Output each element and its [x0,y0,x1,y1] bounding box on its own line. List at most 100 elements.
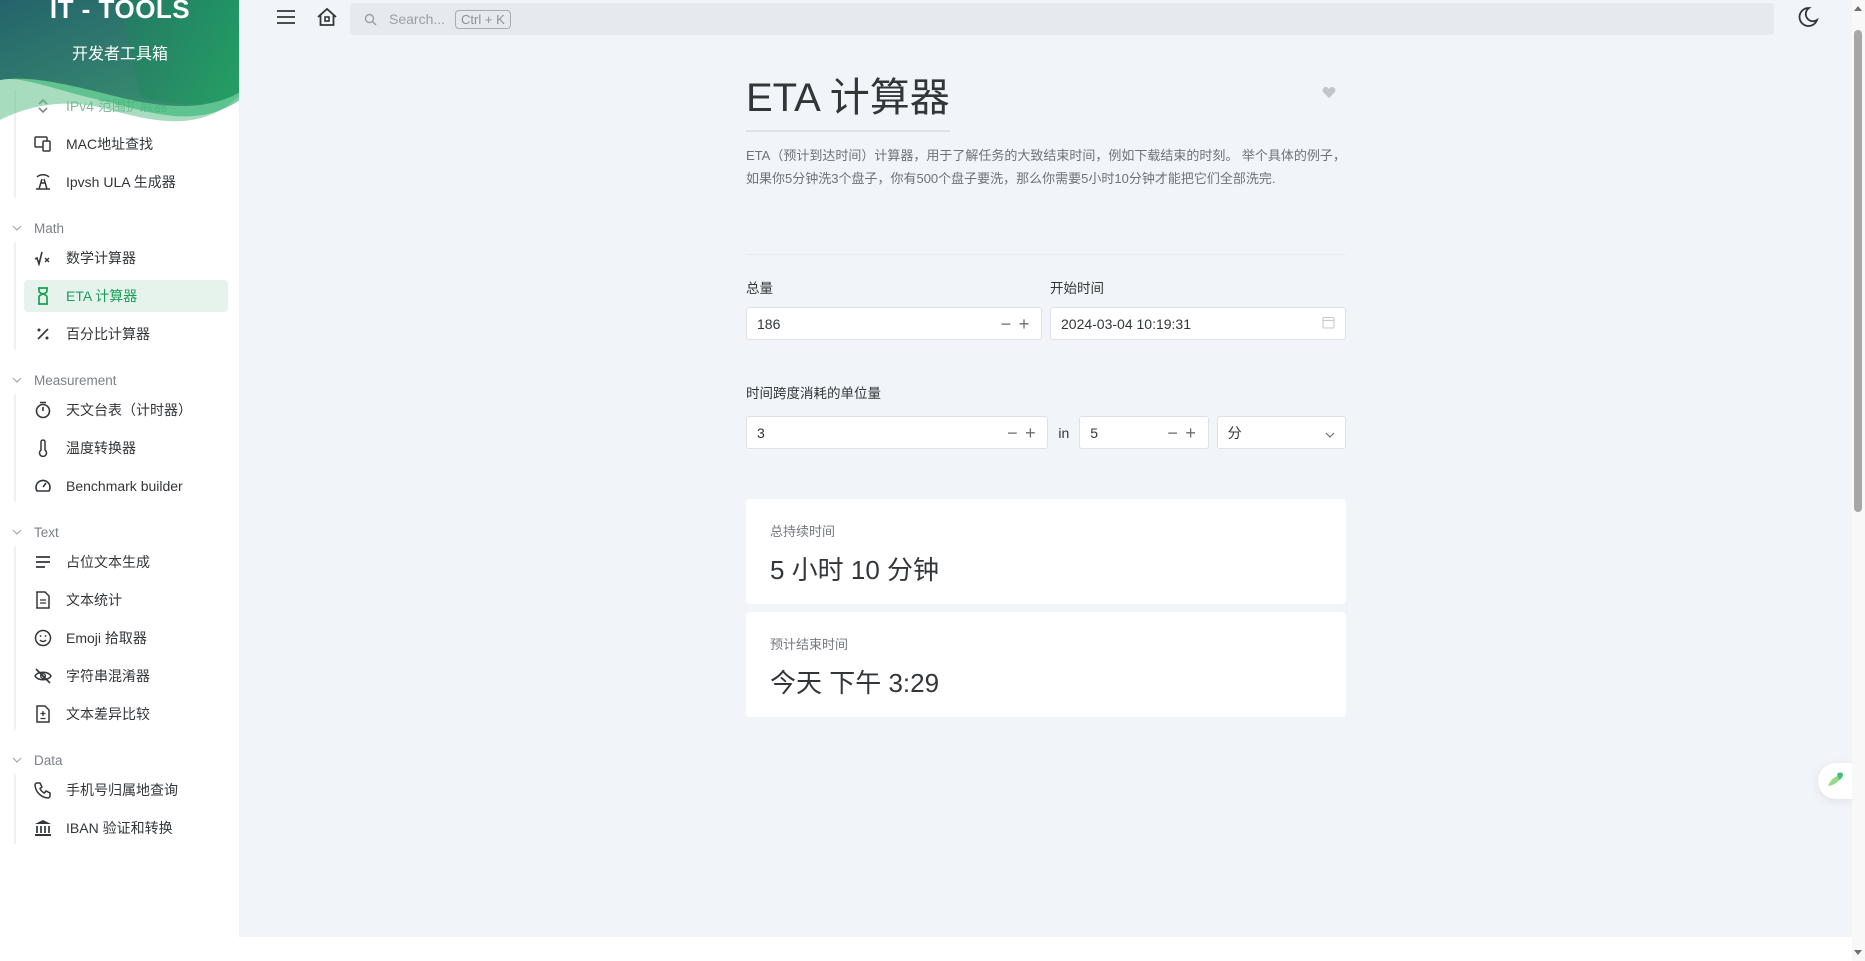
total-group: 总量 186 − + [746,277,1042,340]
bank-icon [34,819,52,837]
total-stepper: − + [999,315,1031,333]
scroll-down-arrow-icon[interactable] [1854,950,1862,955]
phone-icon [34,781,52,799]
topbar: Search... Ctrl + K [240,0,1852,38]
row-total-start: 总量 186 − + 开始时间 2024-03-04 10:19:31 [746,277,1346,340]
sidebar-item-label: 占位文本生成 [66,554,150,570]
building-broadcast-icon [34,173,52,191]
sidebar-item-label: MAC地址查找 [66,136,154,152]
group-measurement-header[interactable]: Measurement [0,366,239,394]
decrement-button[interactable]: − [999,315,1013,333]
align-justified-icon [34,553,52,571]
chevron-down-icon [10,753,24,767]
sidebar-item-label: Ipvsh ULA 生成器 [66,174,176,190]
file-text-icon [34,591,52,609]
group-math-label: Math [34,220,65,236]
bottom-strip [0,937,1852,961]
group-text-header[interactable]: Text [0,518,239,546]
square-root-icon [34,249,52,267]
group-data-label: Data [34,752,63,768]
divider [746,254,1346,255]
search-icon [364,13,377,26]
sidebar-item-temperature-converter[interactable]: 温度转换器 [24,432,228,464]
decrement-button[interactable]: − [1166,424,1180,442]
chevron-down-icon [1325,425,1335,441]
brand-title: IT - TOOLS [49,0,191,24]
sidebar-item-label: 文本统计 [66,592,122,608]
start-time-picker[interactable]: 2024-03-04 10:19:31 [1050,307,1346,340]
sidebar-item-text-diff[interactable]: 文本差异比较 [24,698,228,730]
duration-card: 总持续时间 5 小时 10 分钟 [746,499,1346,604]
sidebar-item-emoji-picker[interactable]: Emoji 拾取器 [24,622,228,654]
group-data-header[interactable]: Data [0,746,239,774]
sidebar-item-ipv6-ula-generator[interactable]: Ipvsh ULA 生成器 [24,166,228,198]
group-text-label: Text [34,524,59,540]
favorite-heart-icon[interactable] [1322,86,1336,100]
sidebar-item-text-statistics[interactable]: 文本统计 [24,584,228,616]
home-button[interactable] [312,4,342,34]
sidebar-item-mac-lookup[interactable]: MAC地址查找 [24,128,228,160]
calendar-icon[interactable] [1322,316,1335,332]
file-diff-icon [34,705,52,723]
mood-smile-icon [34,629,52,647]
increment-button[interactable]: + [1023,424,1037,442]
span-duration-input[interactable]: 5 − + [1079,416,1209,449]
sidebar-item-label: ETA 计算器 [66,288,138,304]
end-time-label: 预计结束时间 [770,637,849,652]
sidebar-item-label: 温度转换器 [66,440,136,456]
hourglass-icon [34,287,52,305]
group-measurement-label: Measurement [34,372,117,388]
scroll-up-arrow-icon[interactable] [1854,6,1862,11]
sidebar-item-string-obfuscator[interactable]: 字符串混淆器 [24,660,228,692]
search-placeholder: Search... [389,11,446,27]
sidebar-item-label: Benchmark builder [66,478,183,494]
total-amount-input[interactable]: 186 − + [746,307,1042,340]
scrollbar-thumb[interactable] [1854,30,1862,512]
sidebar-item-phone-parser[interactable]: 手机号归属地查询 [24,774,228,806]
menu-toggle-button[interactable] [271,4,301,34]
sidebar-item-eta-calculator[interactable]: ETA 计算器 [24,280,228,312]
duration-value: 5 小时 10 分钟 [770,555,940,585]
start-time-label: 开始时间 [1050,281,1104,296]
moon-icon [1797,6,1819,33]
chevron-down-icon [10,221,24,235]
theme-toggle-button[interactable] [1793,4,1823,34]
sidebar-item-lorem-ipsum[interactable]: 占位文本生成 [24,546,228,578]
speedometer-icon [34,477,52,495]
stopwatch-icon [34,401,52,419]
increment-button[interactable]: + [1184,424,1198,442]
total-amount-value: 186 [757,315,781,332]
sidebar-item-chronometer[interactable]: 天文台表（计时器） [24,394,228,426]
results: 总持续时间 5 小时 10 分钟 预计结束时间 今天 下午 3:29 [746,499,1346,717]
sidebar-item-iban-validator[interactable]: IBAN 验证和转换 [24,812,228,844]
hamburger-icon [276,9,296,30]
sidebar-item-benchmark-builder[interactable]: Benchmark builder [24,470,228,502]
sidebar-item-percentage-calculator[interactable]: 百分比计算器 [24,318,228,350]
increment-button[interactable]: + [1017,315,1031,333]
home-icon [316,7,338,32]
start-time-value: 2024-03-04 10:19:31 [1061,315,1191,332]
sidebar-item-math-evaluator[interactable]: 数学计算器 [24,242,228,274]
end-time-card: 预计结束时间 今天 下午 3:29 [746,612,1346,717]
page-scrollbar[interactable] [1852,0,1865,961]
sidebar-item-label: 天文台表（计时器） [66,402,192,418]
sidebar-item-label: IPv4 范围扩展器 [66,98,168,114]
row-units: 3 − + in 5 − + 分 [746,416,1347,449]
sidebar-item-label: 文本差异比较 [66,706,150,722]
sidebar-item-label: 百分比计算器 [66,326,150,342]
decrement-button[interactable]: − [1005,424,1019,442]
span-duration-value: 5 [1090,424,1099,441]
thermometer-icon [34,439,52,457]
group-network-items: IPv4 范围扩展器 MAC地址查找 Ipvsh ULA 生成器 [0,90,239,198]
units-per-span-value: 3 [757,424,765,441]
search-shortcut-hint: Ctrl + K [455,9,511,29]
brand-subtitle: 开发者工具箱 [71,46,168,63]
sidebar-item-ipv4-range-expander[interactable]: IPv4 范围扩展器 [24,90,228,122]
floating-extension-button[interactable] [1818,763,1852,799]
span-unit-select[interactable]: 分 [1216,416,1347,449]
chevron-down-icon [10,373,24,387]
units-per-span-input[interactable]: 3 − + [746,416,1049,449]
start-group: 开始时间 2024-03-04 10:19:31 [1050,277,1346,340]
group-math-header[interactable]: Math [0,214,239,242]
search-bar[interactable]: Search... Ctrl + K [350,3,1774,35]
